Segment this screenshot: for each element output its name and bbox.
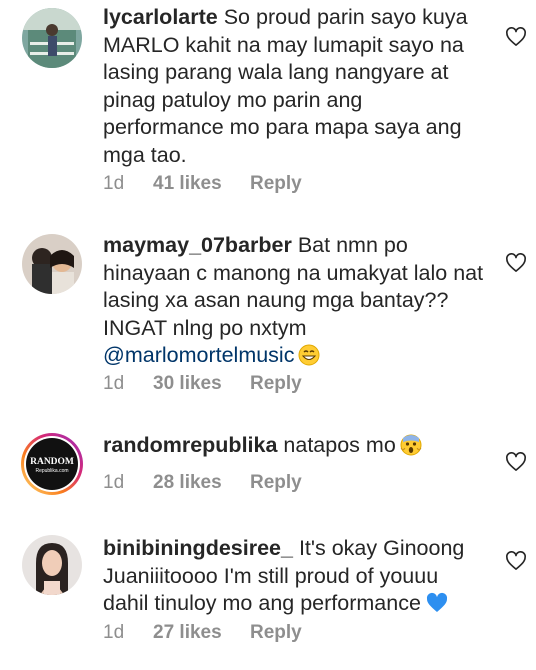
comment-username[interactable]: lycarlolarte — [103, 5, 218, 29]
like-heart-icon[interactable] — [505, 452, 527, 472]
comment-timestamp: 1d — [103, 373, 125, 394]
face-screaming-emoji — [400, 434, 422, 464]
profile-photo-icon — [22, 234, 82, 294]
comment-text: natapos mo — [283, 433, 396, 457]
blue-heart-emoji — [425, 592, 449, 622]
like-heart-icon[interactable] — [505, 27, 527, 47]
profile-photo-icon — [22, 535, 82, 595]
avatar[interactable] — [22, 535, 82, 595]
comment-likes-count[interactable]: 30 likes — [153, 373, 250, 395]
profile-photo-icon — [22, 8, 82, 68]
like-heart-icon[interactable] — [505, 551, 527, 571]
grinning-face-emoji — [298, 344, 320, 374]
reply-button[interactable]: Reply — [250, 622, 302, 644]
avatar[interactable] — [22, 234, 82, 294]
avatar[interactable] — [22, 8, 82, 68]
comment-username[interactable]: randomrepublika — [103, 433, 277, 457]
comment-timestamp: 1d — [103, 173, 125, 194]
logo-wordmark: RANDOM — [30, 457, 74, 467]
comment-likes-count[interactable]: 27 likes — [153, 622, 250, 644]
mention-link[interactable]: @marlomortelmusic — [103, 343, 294, 367]
random-republika-logo-icon: RANDOM Republika.com — [21, 433, 83, 495]
reply-button[interactable]: Reply — [250, 173, 302, 195]
comment-username[interactable]: maymay_07barber — [103, 233, 292, 257]
reply-button[interactable]: Reply — [250, 373, 302, 395]
logo-subtext: Republika.com — [35, 468, 68, 474]
comment-username[interactable]: binibiningdesiree_ — [103, 536, 293, 560]
comment-likes-count[interactable]: 28 likes — [153, 472, 250, 494]
comment-timestamp: 1d — [103, 622, 125, 643]
reply-button[interactable]: Reply — [250, 472, 302, 494]
comment-timestamp: 1d — [103, 472, 125, 493]
avatar[interactable]: RANDOM Republika.com — [20, 432, 84, 496]
like-heart-icon[interactable] — [505, 253, 527, 273]
comment-likes-count[interactable]: 41 likes — [153, 173, 250, 195]
comment-text: So proud parin sayo kuya MARLO kahit na … — [103, 5, 468, 167]
